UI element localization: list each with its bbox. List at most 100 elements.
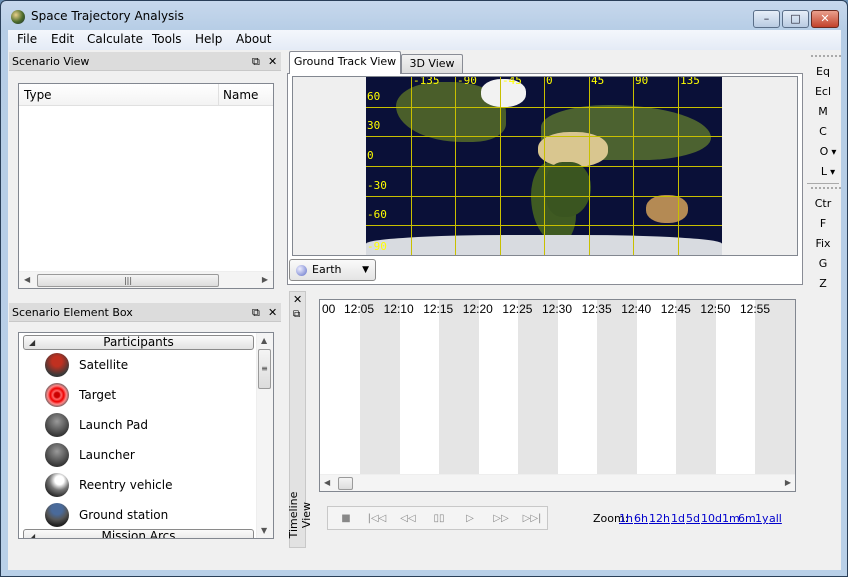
timeline-canvas[interactable]: ◀ ▶ 00 12:05 12:10 12:15 12:20 12:25 12:30 12:3…	[319, 299, 796, 492]
globe-icon	[296, 265, 307, 276]
satellite-icon	[45, 353, 69, 377]
ground-station-icon	[45, 503, 69, 527]
zoom-link-5d[interactable]: 5d	[686, 512, 700, 525]
menu-edit[interactable]: Edit	[51, 32, 74, 46]
menu-tools[interactable]: Tools	[152, 32, 182, 46]
dropdown-arrow-icon[interactable]: ▾	[827, 167, 835, 178]
scroll-down-arrow[interactable]: ▼	[261, 526, 267, 535]
menu-file[interactable]: File	[17, 32, 37, 46]
zoom-link-12h[interactable]: 12h	[649, 512, 670, 525]
element-box-vscrollbar[interactable]: ▲ ≡ ▼	[256, 333, 273, 538]
scenario-tree[interactable]: Type Name ◀ ||| ▶	[18, 83, 274, 289]
rewind-button[interactable]: ◁◁	[396, 513, 420, 524]
longitude-label: 45	[591, 77, 605, 87]
scenario-view-close-button[interactable]: ✕	[268, 52, 277, 71]
zoom-link-1h[interactable]: 1h	[619, 512, 633, 525]
element-box-float-button[interactable]: ⧉	[252, 303, 260, 322]
latitude-gridline	[366, 196, 722, 197]
column-name[interactable]: Name	[223, 88, 258, 102]
timeline-stripe	[676, 300, 716, 474]
dropdown-arrow-icon[interactable]: ▾	[828, 147, 836, 158]
skip-to-start-button[interactable]: |◁◁	[365, 513, 389, 524]
timeline-tick-label: 12:25	[502, 302, 533, 316]
zoom-link-1d[interactable]: 1d	[671, 512, 685, 525]
minimize-button[interactable]: –	[753, 10, 780, 28]
toolbar-button-m[interactable]: M	[802, 105, 844, 118]
close-button[interactable]: ✕	[811, 10, 839, 28]
timeline-tick-label: 12:45	[660, 302, 691, 316]
zoom-link-all[interactable]: all	[769, 512, 782, 525]
ground-track-map-frame: -135 -90 -45 0 45 90 135 60 30 0 -30 -60 -90	[292, 76, 798, 256]
stop-button[interactable]: ■	[334, 513, 358, 524]
longitude-label: -135	[413, 77, 440, 87]
zoom-link-1y[interactable]: 1y	[755, 512, 769, 525]
scenario-tree-hscrollbar[interactable]: ◀ ||| ▶	[19, 271, 273, 288]
fast-forward-button[interactable]: ▷▷	[489, 513, 513, 524]
scenario-view-titlebar: Scenario View ⧉ ✕	[9, 52, 281, 71]
window-title: Space Trajectory Analysis	[31, 9, 184, 23]
menu-about[interactable]: About	[236, 32, 271, 46]
element-box-close-button[interactable]: ✕	[268, 303, 277, 322]
latitude-gridline	[366, 225, 722, 226]
timeline-close-button[interactable]: ✕	[293, 293, 302, 306]
toolbar-button-o[interactable]: O ▾	[807, 145, 847, 158]
menu-calculate[interactable]: Calculate	[87, 32, 143, 46]
scroll-up-arrow[interactable]: ▲	[261, 336, 267, 345]
column-type[interactable]: Type	[24, 88, 52, 102]
toolbar-button-fix[interactable]: Fix	[802, 237, 844, 250]
pause-button[interactable]: ▯▯	[427, 513, 451, 524]
scroll-thumb[interactable]	[338, 477, 353, 490]
scroll-right-arrow[interactable]: ▶	[785, 478, 791, 487]
toolbar-button-l[interactable]: L ▾	[807, 165, 847, 178]
scenario-view-float-button[interactable]: ⧉	[252, 52, 260, 71]
ground-track-map[interactable]: -135 -90 -45 0 45 90 135 60 30 0 -30 -60 -90	[366, 77, 722, 255]
launcher-icon	[45, 443, 69, 467]
skip-to-end-button[interactable]: ▷▷|	[520, 513, 544, 524]
timeline-tick-label: 12:35	[581, 302, 612, 316]
toolbar-button-c[interactable]: C	[802, 125, 844, 138]
scroll-thumb[interactable]: ≡	[258, 349, 271, 389]
tab-3d-view[interactable]: 3D View	[401, 54, 463, 73]
latitude-label: -30	[367, 179, 387, 192]
timeline-dock-sidebar: ✕ ⧉ Timeline View	[287, 291, 313, 548]
timeline-tick-label: 12:20	[462, 302, 493, 316]
toolbar-button-ctr[interactable]: Ctr	[802, 197, 844, 210]
toolbar-button-g[interactable]: G	[802, 257, 844, 270]
element-box-title: Scenario Element Box	[12, 306, 133, 319]
app-globe-icon	[11, 10, 25, 24]
zoom-link-6m[interactable]: 6m	[738, 512, 756, 525]
scroll-right-arrow[interactable]: ▶	[262, 275, 268, 284]
group-mission-arcs[interactable]: ◢ Mission Arcs	[23, 529, 254, 539]
scroll-left-arrow[interactable]: ◀	[324, 478, 330, 487]
toolbar-button-ecl[interactable]: Ecl	[802, 85, 844, 98]
scroll-thumb[interactable]: |||	[37, 274, 219, 287]
menu-help[interactable]: Help	[195, 32, 222, 46]
maximize-icon: □	[790, 12, 801, 25]
toolbar-button-z[interactable]: Z	[802, 277, 844, 290]
body-selector-dropdown[interactable]: Earth ▼	[289, 259, 376, 281]
tab-ground-track-view[interactable]: Ground Track View	[289, 51, 401, 74]
target-icon	[45, 383, 69, 407]
timeline-float-button[interactable]: ⧉	[293, 309, 300, 320]
timeline-tick-label: 12:05	[344, 302, 375, 316]
scroll-left-arrow[interactable]: ◀	[24, 275, 30, 284]
launch-pad-icon	[45, 413, 69, 437]
longitude-label: -90	[457, 77, 477, 87]
timeline-stripe	[518, 300, 558, 474]
toolbar-button-eq[interactable]: Eq	[802, 65, 844, 78]
element-box-list[interactable]: ◢ Participants Satellite Target Launch P…	[18, 332, 274, 539]
maximize-button[interactable]: □	[782, 10, 809, 28]
title-bar: Space Trajectory Analysis – □ ✕	[1, 1, 847, 31]
toolbar-grip[interactable]	[811, 55, 841, 57]
timeline-hscrollbar[interactable]: ◀ ▶	[320, 474, 795, 491]
group-mission-arcs-label: Mission Arcs	[101, 529, 176, 539]
toolbar-button-f[interactable]: F	[802, 217, 844, 230]
group-participants[interactable]: ◢ Participants	[23, 335, 254, 350]
zoom-link-6h[interactable]: 6h	[634, 512, 648, 525]
column-separator[interactable]	[218, 84, 219, 106]
zoom-link-10d[interactable]: 10d	[701, 512, 722, 525]
toolbar-grip[interactable]	[811, 187, 841, 189]
reentry-vehicle-icon	[45, 473, 69, 497]
play-button[interactable]: ▷	[458, 513, 482, 524]
latitude-gridline	[366, 107, 722, 108]
